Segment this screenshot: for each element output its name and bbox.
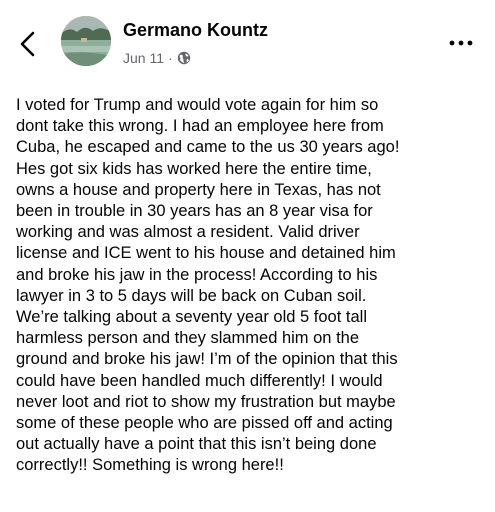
author-avatar[interactable] — [61, 16, 111, 66]
post-header: Germano Kountz Jun 11 · — [0, 0, 495, 84]
globe-icon — [177, 51, 191, 65]
post-date[interactable]: Jun 11 — [123, 50, 164, 66]
meta-separator: · — [168, 50, 173, 66]
back-button[interactable] — [14, 28, 42, 60]
more-options-button[interactable] — [447, 33, 475, 53]
post-meta: Jun 11 · — [123, 48, 191, 68]
more-options-icon — [449, 40, 473, 46]
author-name[interactable]: Germano Kountz — [123, 20, 268, 41]
back-chevron-icon — [20, 31, 35, 57]
post-text: I voted for Trump and would vote again f… — [16, 96, 400, 475]
avatar-image — [61, 16, 111, 66]
